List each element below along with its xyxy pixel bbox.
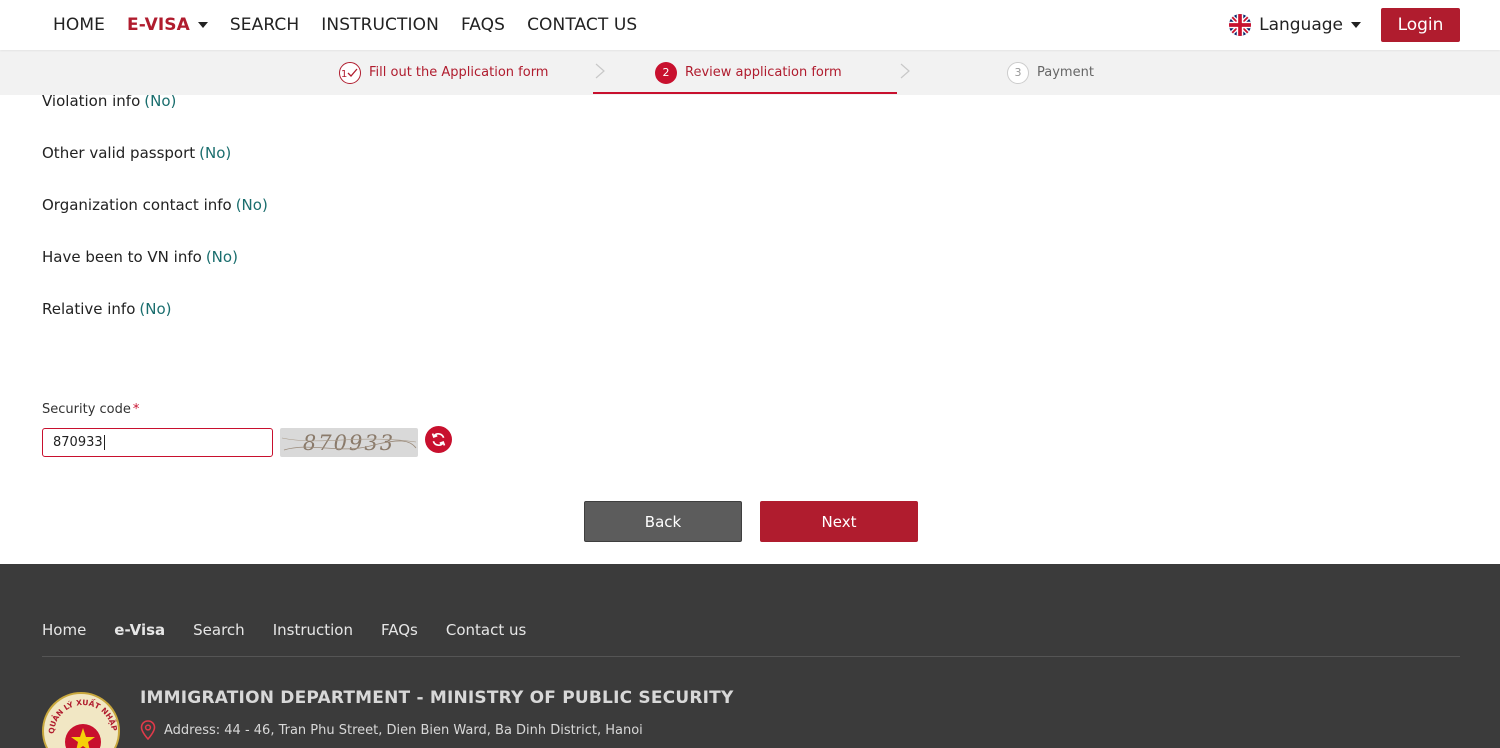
svg-text:1: 1: [341, 69, 347, 79]
step-payment: 3 Payment: [1007, 50, 1094, 95]
nav-evisa[interactable]: E-VISA: [127, 15, 208, 35]
nav-home[interactable]: HOME: [53, 15, 105, 35]
refresh-icon: [431, 432, 446, 447]
step-number: 2: [655, 61, 677, 84]
footer-title: IMMIGRATION DEPARTMENT - MINISTRY OF PUB…: [140, 688, 734, 708]
info-row-relative[interactable]: Relative info (No): [42, 300, 172, 318]
chevron-down-icon: [197, 22, 208, 28]
step-review: 2 Review application form: [655, 50, 842, 95]
footer-address: Address: 44 - 46, Tran Phu Street, Dien …: [140, 720, 643, 740]
footer-link-home[interactable]: Home: [42, 621, 86, 639]
login-button[interactable]: Login: [1381, 8, 1460, 42]
chevron-right-icon: [595, 63, 605, 79]
nav-instruction[interactable]: INSTRUCTION: [321, 15, 439, 35]
footer-nav: Home e-Visa Search Instruction FAQs Cont…: [42, 621, 554, 639]
next-button[interactable]: Next: [760, 501, 918, 542]
main-nav: HOME E-VISA SEARCH INSTRUCTION FAQS CONT…: [53, 15, 659, 35]
required-mark: *: [132, 402, 140, 417]
footer-link-instruction[interactable]: Instruction: [273, 621, 353, 639]
refresh-captcha-button[interactable]: [425, 426, 452, 453]
language-selector[interactable]: Language: [1229, 14, 1361, 36]
security-code-value: 870933: [53, 435, 103, 450]
captcha-noise: [281, 437, 417, 451]
step-number: 3: [1007, 61, 1029, 84]
info-label: Other valid passport: [42, 144, 196, 162]
info-value: (No): [139, 300, 172, 318]
info-value: (No): [205, 248, 238, 266]
footer-divider: [42, 656, 1460, 657]
nav-evisa-label: E-VISA: [126, 15, 190, 35]
top-navbar: HOME E-VISA SEARCH INSTRUCTION FAQS CONT…: [0, 0, 1500, 50]
step-fill-form: 1 Fill out the Application form: [339, 50, 548, 95]
location-pin-icon: [140, 720, 156, 740]
info-label: Organization contact info: [42, 196, 232, 214]
step-completed-icon: 1: [339, 61, 361, 84]
language-label: Language: [1259, 15, 1343, 35]
text-cursor: [103, 435, 105, 450]
uk-flag-icon: [1229, 14, 1252, 36]
nav-search[interactable]: SEARCH: [230, 15, 299, 35]
step-label: Payment: [1037, 65, 1094, 80]
info-row-organization-contact[interactable]: Organization contact info (No): [42, 196, 268, 214]
step-label: Review application form: [685, 65, 842, 80]
progress-steps: 1 Fill out the Application form 2 Review…: [0, 50, 1500, 95]
nav-contact-us[interactable]: CONTACT US: [527, 15, 637, 35]
immigration-emblem-logo: QUẢN LÝ XUẤT NHẬP CẢNH: [42, 692, 120, 748]
captcha-image: 870933: [280, 428, 418, 457]
info-row-other-passport[interactable]: Other valid passport (No): [42, 144, 231, 162]
info-value: (No): [199, 144, 232, 162]
nav-right: Language Login: [1229, 8, 1460, 42]
footer-link-contact-us[interactable]: Contact us: [446, 621, 526, 639]
footer-link-evisa[interactable]: e-Visa: [114, 621, 165, 639]
security-code-label: Security code *: [42, 402, 139, 417]
chevron-right-icon: [900, 63, 910, 79]
info-value: (No): [235, 196, 268, 214]
address-text: Address: 44 - 46, Tran Phu Street, Dien …: [164, 722, 643, 738]
info-label: Relative info: [42, 300, 136, 318]
footer-link-search[interactable]: Search: [193, 621, 245, 639]
footer: Home e-Visa Search Instruction FAQs Cont…: [0, 564, 1500, 748]
active-step-indicator: [593, 92, 897, 94]
info-label: Have been to VN info: [42, 248, 202, 266]
footer-link-faqs[interactable]: FAQs: [381, 621, 418, 639]
step-label: Fill out the Application form: [369, 65, 549, 80]
nav-faqs[interactable]: FAQS: [461, 15, 505, 35]
back-button[interactable]: Back: [584, 501, 742, 542]
security-code-label-text: Security code: [42, 402, 131, 417]
security-code-input[interactable]: 870933: [42, 428, 273, 457]
info-row-been-to-vn[interactable]: Have been to VN info (No): [42, 248, 238, 266]
chevron-down-icon: [1351, 22, 1361, 28]
